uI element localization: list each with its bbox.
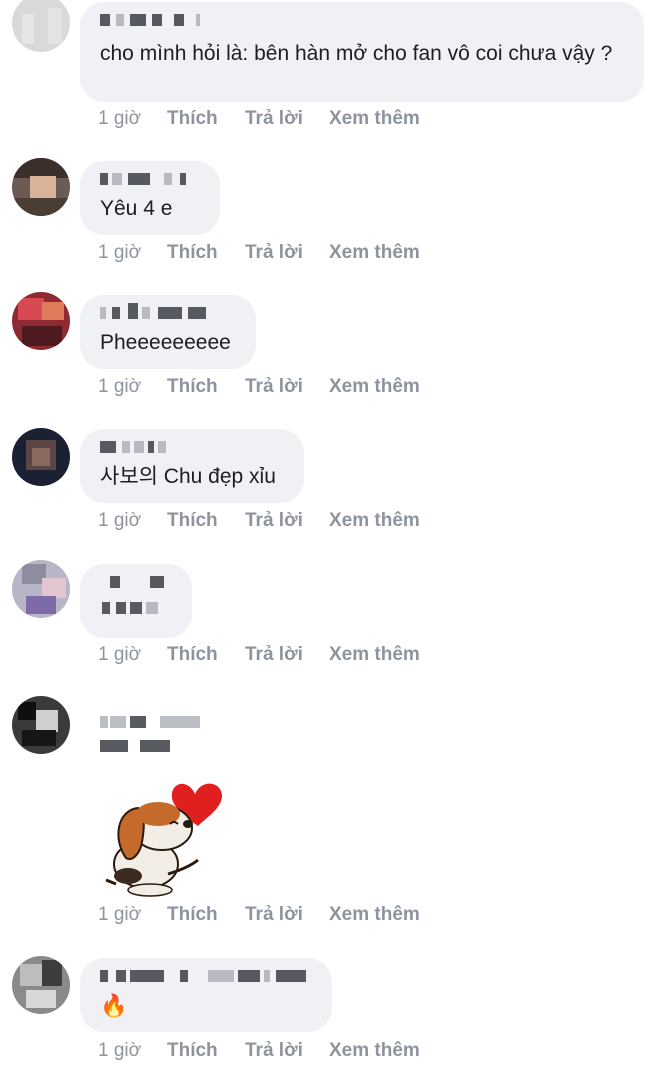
- reply-button[interactable]: Trả lời: [245, 904, 303, 926]
- comment-time[interactable]: 1 giờ: [98, 1040, 141, 1062]
- comment-time[interactable]: 1 giờ: [98, 376, 141, 398]
- comment-text-redacted: [100, 602, 172, 616]
- commenter-name-redacted[interactable]: [100, 716, 210, 730]
- like-button[interactable]: Thích: [167, 108, 218, 130]
- avatar[interactable]: [12, 0, 70, 52]
- reply-button[interactable]: Trả lời: [245, 644, 303, 666]
- reply-button[interactable]: Trả lời: [245, 242, 303, 264]
- like-button[interactable]: Thích: [167, 242, 218, 264]
- comment-bubble: 🔥: [80, 958, 332, 1032]
- reply-button[interactable]: Trả lời: [245, 108, 303, 130]
- like-button[interactable]: Thích: [167, 376, 218, 398]
- commenter-name-redacted[interactable]: [100, 576, 172, 590]
- like-button[interactable]: Thích: [167, 644, 218, 666]
- comment-bubble: Pheeeeeeeee: [80, 295, 256, 369]
- commenter-name-redacted[interactable]: [100, 970, 312, 984]
- see-more-button[interactable]: Xem thêm: [329, 108, 420, 130]
- comment-time[interactable]: 1 giờ: [98, 644, 141, 666]
- comment-time[interactable]: 1 giờ: [98, 242, 141, 264]
- commenter-name-redacted[interactable]: [100, 173, 200, 187]
- comment-time[interactable]: 1 giờ: [98, 510, 141, 532]
- comment-text: Yêu 4 e: [100, 197, 173, 220]
- fire-emoji: 🔥: [100, 993, 128, 1018]
- see-more-button[interactable]: Xem thêm: [329, 904, 420, 926]
- comment-bubble: cho mình hỏi là: bên hàn mở cho fan vô c…: [80, 2, 644, 102]
- commenter-subname-redacted: [100, 740, 180, 754]
- commenter-name-redacted[interactable]: [100, 14, 624, 28]
- comment-text: Pheeeeeeeee: [100, 331, 231, 354]
- comment-time[interactable]: 1 giờ: [98, 904, 141, 926]
- avatar[interactable]: [12, 696, 70, 754]
- avatar[interactable]: [12, 428, 70, 486]
- see-more-button[interactable]: Xem thêm: [329, 510, 420, 532]
- commenter-name-redacted[interactable]: [100, 441, 284, 455]
- comment-time[interactable]: 1 giờ: [98, 108, 141, 130]
- comment-bubble: Yêu 4 e: [80, 161, 220, 235]
- like-button[interactable]: Thích: [167, 510, 218, 532]
- reply-button[interactable]: Trả lời: [245, 376, 303, 398]
- like-button[interactable]: Thích: [167, 1040, 218, 1062]
- reply-button[interactable]: Trả lời: [245, 510, 303, 532]
- comment-bubble: 사보의 Chu đẹp xỉu: [80, 429, 304, 503]
- comment-text: 사보의 Chu đẹp xỉu: [100, 465, 276, 488]
- see-more-button[interactable]: Xem thêm: [329, 644, 420, 666]
- avatar[interactable]: [12, 292, 70, 350]
- avatar[interactable]: [12, 158, 70, 216]
- see-more-button[interactable]: Xem thêm: [329, 242, 420, 264]
- like-button[interactable]: Thích: [167, 904, 218, 926]
- avatar[interactable]: [12, 956, 70, 1014]
- puppy-heart-sticker[interactable]: [98, 776, 228, 905]
- avatar[interactable]: [12, 560, 70, 618]
- reply-button[interactable]: Trả lời: [245, 1040, 303, 1062]
- see-more-button[interactable]: Xem thêm: [329, 376, 420, 398]
- comment-text: cho mình hỏi là: bên hàn mở cho fan vô c…: [100, 42, 613, 65]
- see-more-button[interactable]: Xem thêm: [329, 1040, 420, 1062]
- commenter-name-redacted[interactable]: [100, 303, 236, 321]
- comment-bubble: [80, 564, 192, 638]
- puppy-heart-sticker-image: [105, 783, 222, 897]
